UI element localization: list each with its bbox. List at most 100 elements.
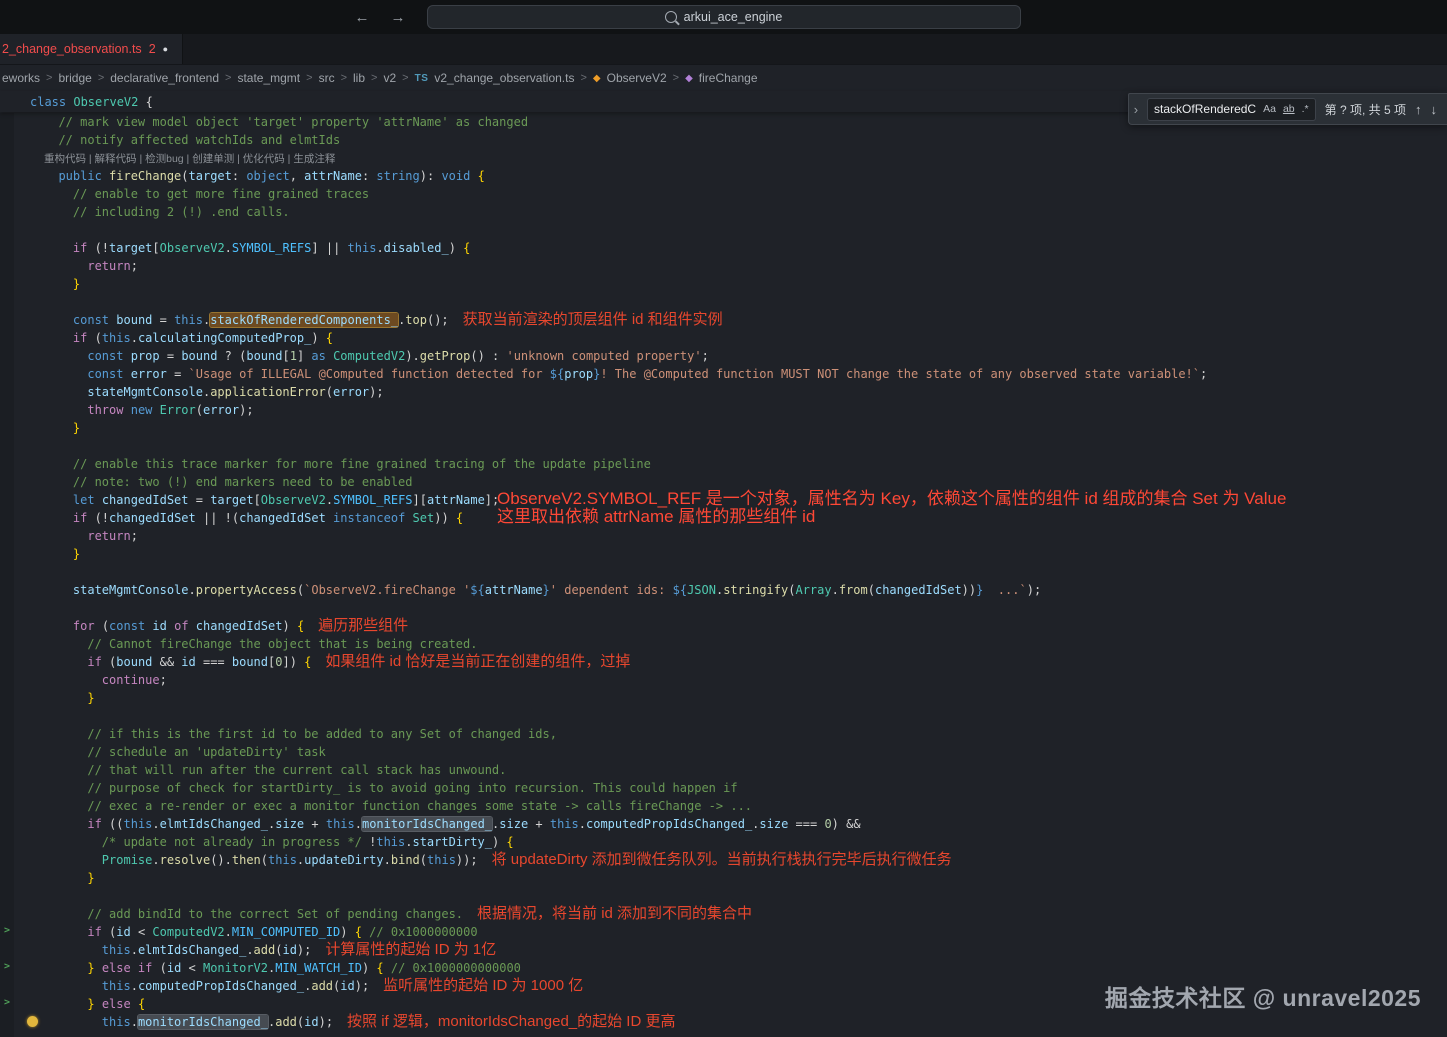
code-line[interactable]: return;: [0, 527, 1447, 545]
breadcrumb-item-src[interactable]: src: [319, 71, 335, 85]
code-token: ...`: [983, 583, 1027, 597]
whole-word-button[interactable]: ab: [1283, 103, 1295, 115]
code-token: as: [311, 349, 334, 363]
code-line[interactable]: if (!changedIdSet || !(changedIdSet inst…: [0, 508, 1447, 527]
code-token: for: [72, 619, 95, 633]
code-token: // purpose of check for startDirty_ is t…: [44, 781, 738, 795]
toggle-replace-icon[interactable]: ›: [1134, 102, 1138, 117]
title-bar: ← → arkui_ace_engine: [0, 0, 1447, 34]
code-token: (: [867, 583, 875, 597]
chevron-right-icon: >: [97, 72, 105, 84]
back-button[interactable]: ←: [352, 9, 372, 26]
code-line[interactable]: // notify affected watchIds and elmtIds: [0, 131, 1447, 149]
find-input[interactable]: stackOfRenderedC Aa ab .*: [1147, 97, 1316, 121]
code-line[interactable]: const error = `Usage of ILLEGAL @Compute…: [0, 365, 1447, 383]
code-line[interactable]: // add bindId to the correct Set of pend…: [0, 905, 1447, 923]
breadcrumb-item-class[interactable]: ObserveV2: [607, 71, 667, 85]
code-line[interactable]: } else if (id < MonitorV2.MIN_WATCH_ID) …: [0, 959, 1447, 977]
chevron-right-icon: >: [46, 72, 53, 84]
code-token: const: [87, 367, 131, 381]
code-token: // including 2 (!) .end calls.: [44, 205, 290, 219]
code-token: !: [361, 835, 377, 849]
code-token: );: [239, 403, 254, 417]
forward-button[interactable]: →: [388, 9, 408, 26]
code-line[interactable]: if (!target[ObserveV2.SYMBOL_REFS] || th…: [0, 239, 1447, 257]
code-line[interactable]: // exec a re-render or exec a monitor fu…: [0, 797, 1447, 815]
code-line[interactable]: return;: [0, 257, 1447, 275]
history-nav: ← →: [352, 0, 408, 34]
code-line[interactable]: // Cannot fireChange the object that is …: [0, 635, 1447, 653]
code-line[interactable]: continue;: [0, 671, 1447, 689]
find-previous-button[interactable]: ↑: [1415, 102, 1422, 117]
code-token: // exec a re-render or exec a monitor fu…: [44, 799, 753, 813]
code-line[interactable]: // that will run after the current call …: [0, 761, 1447, 779]
code-line[interactable]: const bound = this.stackOfRenderedCompon…: [0, 311, 1447, 329]
breadcrumb-item-method[interactable]: fireChange: [699, 71, 758, 85]
breadcrumb-item-declarative-frontend[interactable]: declarative_frontend: [110, 71, 219, 85]
breadcrumb-item-lib[interactable]: lib: [353, 71, 365, 85]
breadcrumb-item-file[interactable]: v2_change_observation.ts: [434, 71, 574, 85]
code-line[interactable]: [0, 437, 1447, 455]
code-line[interactable]: if (this.calculatingComputedProp_) {: [0, 329, 1447, 347]
code-line[interactable]: [0, 221, 1447, 239]
code-token: <: [181, 961, 203, 975]
code-token: computedPropIdsChanged_: [586, 817, 753, 831]
code-line[interactable]: this.elmtIdsChanged_.add(id); 计算属性的起始 ID …: [0, 941, 1447, 959]
code-token: ).: [405, 349, 420, 363]
code-line[interactable]: throw new Error(error);: [0, 401, 1447, 419]
match-case-button[interactable]: Aa: [1263, 103, 1276, 115]
breadcrumb-item-v2[interactable]: v2: [383, 71, 396, 85]
find-next-button[interactable]: ↓: [1431, 102, 1438, 117]
code-token: this: [347, 241, 377, 255]
code-line[interactable]: [0, 707, 1447, 725]
code-line[interactable]: }: [0, 689, 1447, 707]
code-token: attrName: [427, 493, 485, 507]
code-token: bound: [116, 313, 153, 327]
code-line[interactable]: // enable to get more fine grained trace…: [0, 185, 1447, 203]
code-token: `ObserveV2.fireChange ': [304, 583, 471, 597]
code-line[interactable]: // purpose of check for startDirty_ is t…: [0, 779, 1447, 797]
code-line[interactable]: const prop = bound ? (bound[1] as Comput…: [0, 347, 1447, 365]
code-line[interactable]: // schedule an 'updateDirty' task: [0, 743, 1447, 761]
code-line[interactable]: [0, 887, 1447, 905]
code-line[interactable]: // including 2 (!) .end calls.: [0, 203, 1447, 221]
code-line[interactable]: stateMgmtConsole.applicationError(error)…: [0, 383, 1447, 401]
code-line[interactable]: Promise.resolve().then(this.updateDirty.…: [0, 851, 1447, 869]
code-token: ${: [549, 367, 565, 381]
code-line[interactable]: }: [0, 275, 1447, 293]
code-token: then: [231, 853, 261, 867]
code-line[interactable]: for (const id of changedIdSet) {遍历那些组件: [0, 617, 1447, 635]
code-line[interactable]: if (bound && id === bound[0]) {如果组件 id 恰…: [0, 653, 1447, 671]
codelens-row[interactable]: 重构代码 | 解释代码 | 检测bug | 创建单测 | 优化代码 | 生成注释: [0, 149, 1447, 167]
code-line[interactable]: }: [0, 869, 1447, 887]
code-line[interactable]: /* update not already in progress */ !th…: [0, 833, 1447, 851]
tab-v2-change-observation[interactable]: 2_change_observation.ts 2 ●: [0, 34, 184, 64]
command-center-search[interactable]: arkui_ace_engine: [426, 5, 1021, 29]
code-token: public: [58, 169, 110, 183]
code-line[interactable]: public fireChange(target: object, attrNa…: [0, 167, 1447, 185]
code-token: .: [383, 853, 391, 867]
code-line[interactable]: [0, 563, 1447, 581]
code-line[interactable]: // enable this trace marker for more fin…: [0, 455, 1447, 473]
code-line[interactable]: [0, 293, 1447, 311]
chevron-right-icon: >: [371, 72, 378, 84]
code-line[interactable]: if ((this.elmtIdsChanged_.size + this.mo…: [0, 815, 1447, 833]
breadcrumb-item-frameworks[interactable]: eworks: [2, 71, 40, 85]
code-line[interactable]: }: [0, 545, 1447, 563]
code-line[interactable]: }: [0, 419, 1447, 437]
code-line[interactable]: stateMgmtConsole.propertyAccess(`Observe…: [0, 581, 1447, 599]
code-token: const: [72, 313, 117, 327]
code-line[interactable]: if (id < ComputedV2.MIN_COMPUTED_ID) { /…: [0, 923, 1447, 941]
code-line[interactable]: // if this is the first id to be added t…: [0, 725, 1447, 743]
breadcrumb-item-bridge[interactable]: bridge: [58, 71, 91, 85]
regex-button[interactable]: .*: [1302, 103, 1309, 115]
breadcrumb-item-state-mgmt[interactable]: state_mgmt: [237, 71, 300, 85]
code-line[interactable]: [0, 599, 1447, 617]
code-line[interactable]: this.monitorIdsChanged_.add(id); 按照 if 逻辑…: [0, 1013, 1447, 1031]
codelens-actions[interactable]: 重构代码 | 解释代码 | 检测bug | 创建单测 | 优化代码 | 生成注释: [44, 153, 335, 165]
code-token: }: [542, 583, 550, 597]
